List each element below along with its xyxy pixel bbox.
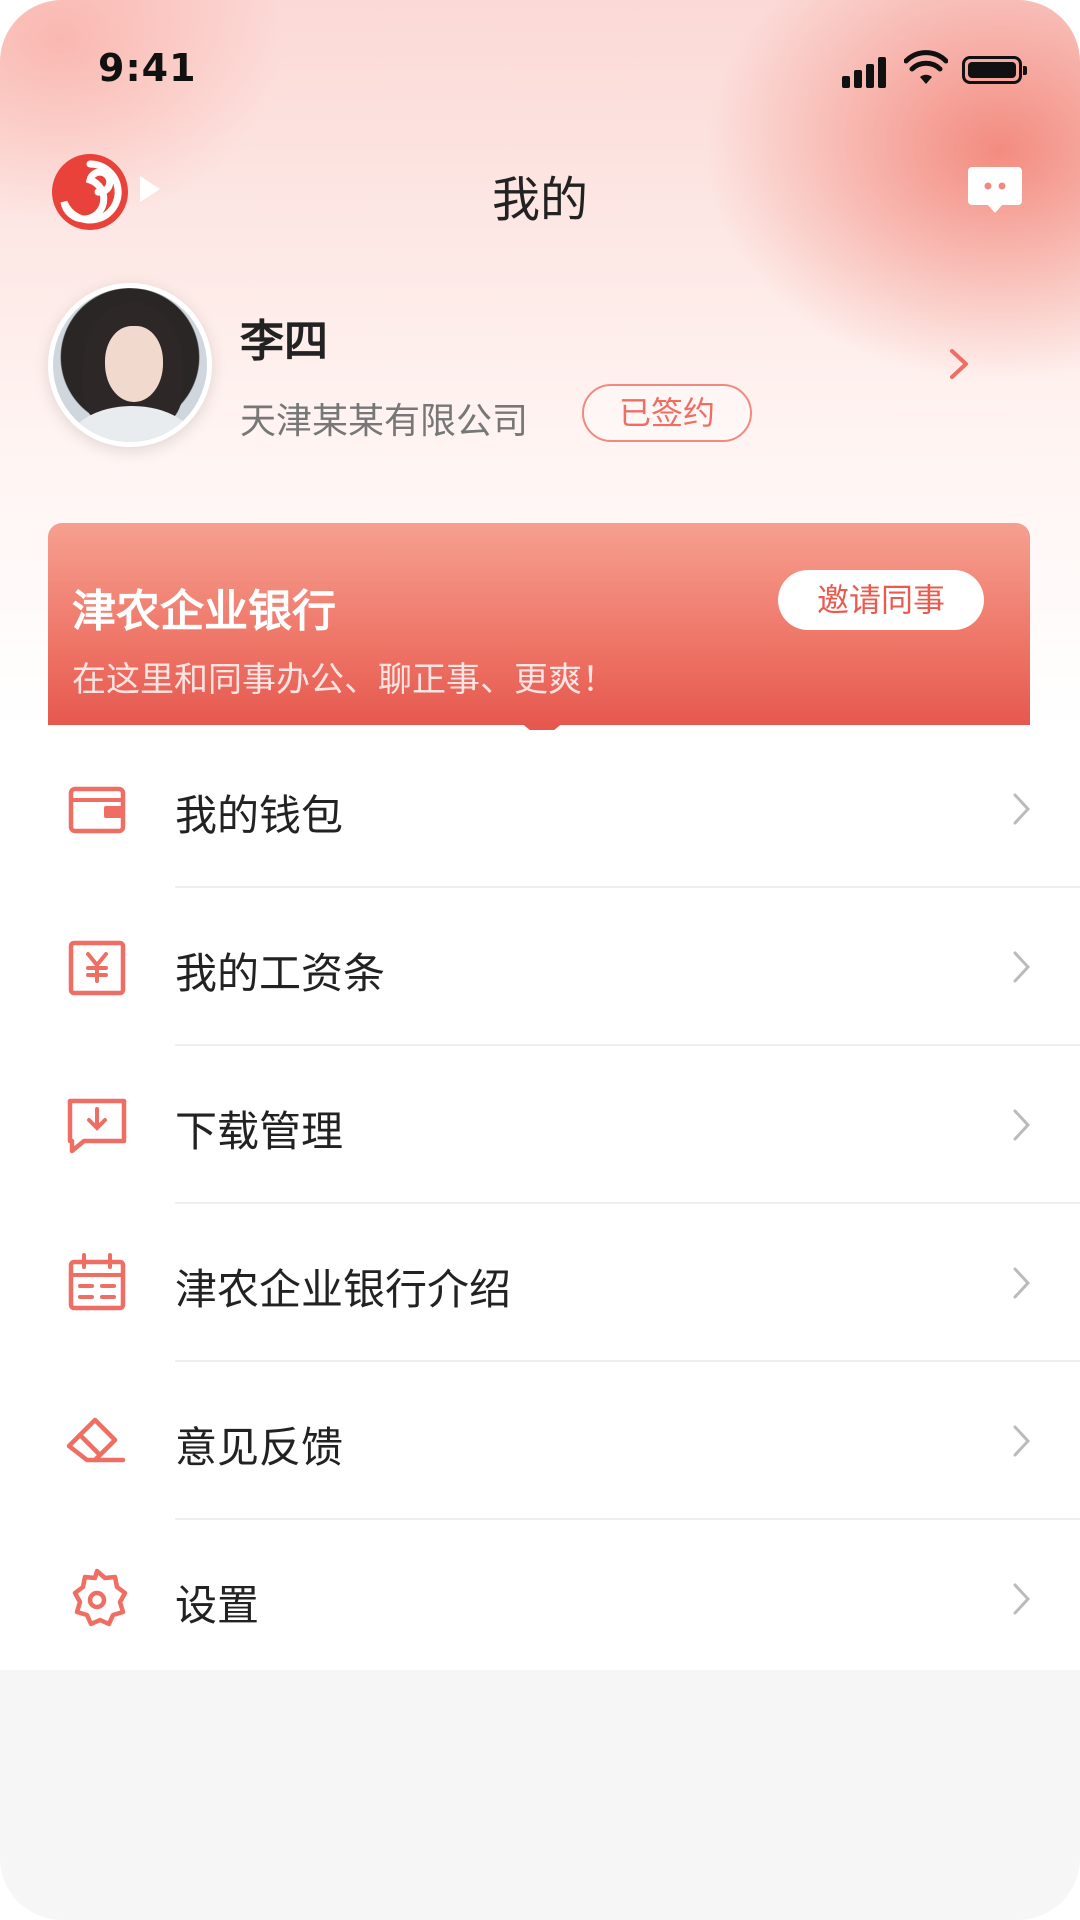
menu-list: 我的钱包 我的工资条 下载管理 津农企业银行介绍 意见反馈 设置 (0, 730, 1080, 1670)
banner-subtitle: 在这里和同事办公、聊正事、更爽！ (72, 660, 616, 700)
chevron-right-icon (1013, 1583, 1031, 1615)
menu-item-label: 意见反馈 (175, 1423, 344, 1472)
status-badge: 已签约 (582, 384, 752, 442)
menu-item-label: 我的钱包 (175, 791, 344, 840)
menu-item-label: 我的工资条 (175, 949, 386, 998)
chevron-right-icon[interactable] (948, 348, 970, 380)
settings-icon (72, 1568, 128, 1627)
menu-item-payslip[interactable]: 我的工资条 (0, 888, 1080, 1046)
wifi-icon (904, 50, 948, 84)
avatar[interactable] (48, 283, 212, 447)
menu-item-downloads[interactable]: 下载管理 (0, 1046, 1080, 1204)
screen: 9:41 我的 李四 天津某某有限公司 已签约 津农企业银行 在这里和同事办公、… (0, 0, 1080, 1920)
download-icon (67, 1098, 127, 1154)
cellular-signal-icon (842, 56, 892, 88)
chevron-right-icon (1013, 1425, 1031, 1457)
user-name: 李四 (240, 316, 328, 367)
eraser-icon (66, 1417, 126, 1463)
battery-icon (962, 56, 1027, 84)
menu-item-label: 设置 (175, 1581, 260, 1630)
chevron-right-icon (1013, 1267, 1031, 1299)
menu-item-wallet[interactable]: 我的钱包 (0, 730, 1080, 888)
wallet-icon (68, 786, 126, 834)
menu-item-settings[interactable]: 设置 (0, 1520, 1080, 1678)
menu-item-bank-intro[interactable]: 津农企业银行介绍 (0, 1204, 1080, 1362)
message-icon[interactable] (966, 163, 1024, 219)
chevron-right-icon (1013, 951, 1031, 983)
chevron-right-icon (1013, 1109, 1031, 1141)
menu-item-label: 下载管理 (175, 1107, 344, 1156)
chevron-right-icon (1013, 793, 1031, 825)
page-title: 我的 (491, 172, 588, 228)
payslip-icon (68, 940, 126, 996)
company-name: 天津某某有限公司 (240, 401, 529, 442)
menu-item-feedback[interactable]: 意见反馈 (0, 1362, 1080, 1520)
menu-item-label: 津农企业银行介绍 (175, 1265, 512, 1314)
status-time: 9:41 (98, 46, 197, 90)
status-bar: 9:41 (0, 46, 1080, 96)
banner-title: 津农企业银行 (72, 586, 336, 637)
invite-colleague-button[interactable]: 邀请同事 (778, 570, 984, 630)
calendar-icon (68, 1253, 126, 1311)
